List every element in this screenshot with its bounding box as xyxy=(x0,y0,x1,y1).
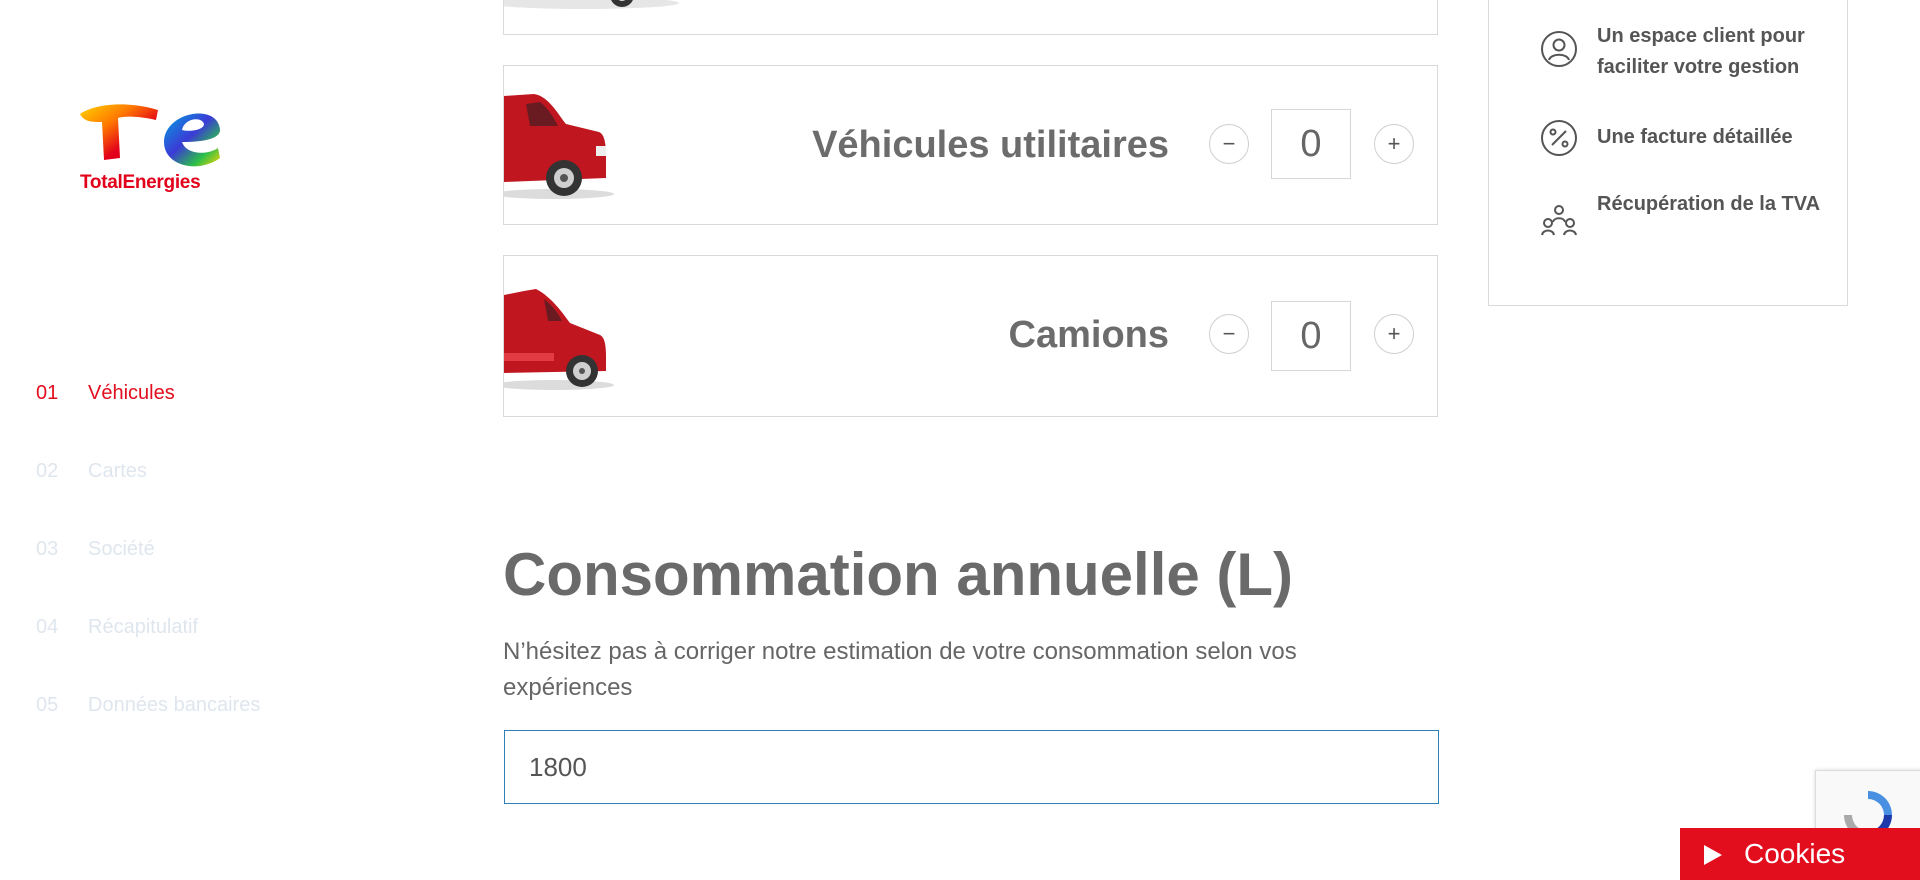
benefit-text: Un espace client pour faciliter votre ge… xyxy=(1597,25,1805,78)
utility-quantity-field[interactable]: 0 xyxy=(1271,109,1351,179)
step-number: 04 xyxy=(36,616,59,638)
step-cartes[interactable]: 02 Cartes xyxy=(36,453,336,531)
van-image xyxy=(504,94,614,199)
vehicle-card-light xyxy=(503,0,1438,35)
trucks-decrement-button[interactable]: − xyxy=(1209,314,1249,354)
user-circle-icon xyxy=(1541,31,1577,67)
step-number: 05 xyxy=(36,694,59,716)
consumption-title: Consommation annuelle (L) xyxy=(503,541,1294,608)
vehicle-card-trucks: Camions − 0 + xyxy=(503,255,1438,417)
cookies-label: Cookies xyxy=(1744,838,1846,869)
step-number: 01 xyxy=(36,382,59,404)
trucks-increment-button[interactable]: + xyxy=(1374,314,1414,354)
benefit-text: Une facture détaillée xyxy=(1597,126,1793,148)
step-societe[interactable]: 03 Société xyxy=(36,531,336,609)
group-icon xyxy=(1541,205,1577,236)
step-recapitulatif[interactable]: 04 Récapitulatif xyxy=(36,609,336,687)
utility-vehicles-label: Véhicules utilitaires xyxy=(812,124,1169,166)
benefit-text: Récupération de la TVA xyxy=(1597,193,1821,215)
step-label: Cartes xyxy=(88,460,147,482)
step-label: Véhicules xyxy=(88,382,175,404)
benefits-panel: Un espace client pour faciliter votre ge… xyxy=(1488,0,1848,306)
steps-nav: 01 Véhicules 02 Cartes 03 Société 04 Réc… xyxy=(36,375,336,765)
step-label: Données bancaires xyxy=(88,694,261,716)
car-image xyxy=(504,0,679,9)
step-number: 03 xyxy=(36,538,59,560)
trucks-quantity-field[interactable]: 0 xyxy=(1271,301,1351,371)
vehicle-card-utility: Véhicules utilitaires − 0 + xyxy=(503,65,1438,225)
utility-decrement-button[interactable]: − xyxy=(1209,124,1249,164)
step-donnees-bancaires[interactable]: 05 Données bancaires xyxy=(36,687,336,765)
step-label: Société xyxy=(88,538,155,560)
consumption-description: N’hésitez pas à corriger notre estimatio… xyxy=(503,638,1297,701)
brand-name: TotalEnergies xyxy=(80,172,201,193)
truck-image xyxy=(504,289,614,390)
step-label: Récapitulatif xyxy=(88,616,199,638)
step-number: 02 xyxy=(36,460,59,482)
percent-icon xyxy=(1541,120,1577,156)
play-icon xyxy=(1704,845,1722,865)
step-vehicules[interactable]: 01 Véhicules xyxy=(36,375,336,453)
cookies-button[interactable]: Cookies xyxy=(1680,828,1920,880)
trucks-label: Camions xyxy=(1008,314,1169,356)
utility-increment-button[interactable]: + xyxy=(1374,124,1414,164)
annual-consumption-input[interactable]: 1800 xyxy=(504,730,1439,804)
